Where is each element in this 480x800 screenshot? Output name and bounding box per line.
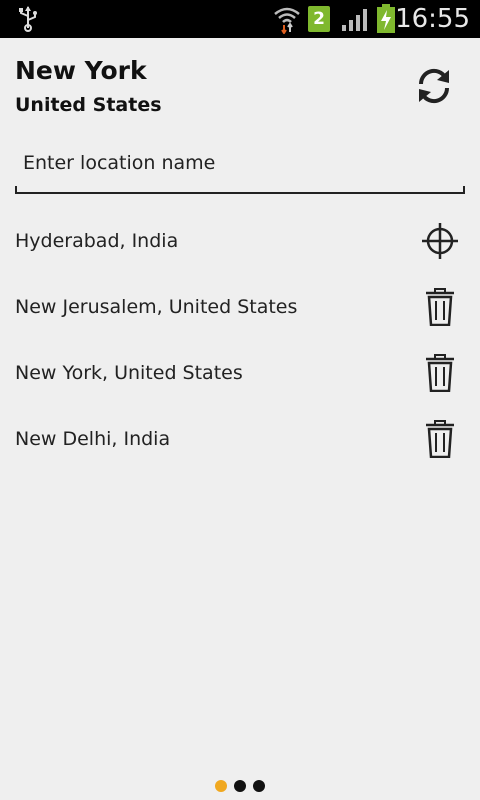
sim-icon: 2: [308, 6, 330, 32]
wifi-icon: [274, 7, 300, 34]
location-label: New York, United States: [15, 362, 243, 384]
location-label: New Jerusalem, United States: [15, 296, 298, 318]
location-list: Hyderabad, India New Jerusalem, United S…: [0, 208, 480, 472]
search-input[interactable]: [15, 140, 465, 186]
trash-icon: [426, 420, 454, 458]
location-label: Hyderabad, India: [15, 230, 179, 252]
clock: 16:55: [395, 4, 470, 34]
location-header: New York United States: [15, 54, 162, 120]
trash-icon: [426, 288, 454, 326]
location-label: New Delhi, India: [15, 428, 171, 450]
signal-icon: [342, 9, 367, 31]
locate-crosshair-icon: [422, 223, 458, 259]
current-city: New York: [15, 56, 147, 85]
trash-icon: [426, 354, 454, 392]
delete-button[interactable]: [416, 353, 464, 393]
list-item[interactable]: New Jerusalem, United States: [0, 274, 480, 340]
search-underline: [15, 186, 465, 194]
delete-button[interactable]: [416, 287, 464, 327]
page-indicator: [0, 780, 480, 792]
battery-charging-icon: [377, 4, 395, 33]
delete-button[interactable]: [416, 419, 464, 459]
list-item[interactable]: New Delhi, India: [0, 406, 480, 472]
location-search[interactable]: [15, 140, 465, 194]
refresh-button[interactable]: [408, 62, 460, 110]
current-country: United States: [15, 94, 162, 116]
page-dot[interactable]: [253, 780, 265, 792]
usb-icon: [19, 6, 37, 32]
page-dot[interactable]: [234, 780, 246, 792]
locate-button[interactable]: [416, 221, 464, 261]
refresh-icon: [418, 68, 450, 104]
list-item[interactable]: Hyderabad, India: [0, 208, 480, 274]
status-bar: 2 16:55: [0, 0, 480, 38]
list-item[interactable]: New York, United States: [0, 340, 480, 406]
page-dot-active[interactable]: [215, 780, 227, 792]
